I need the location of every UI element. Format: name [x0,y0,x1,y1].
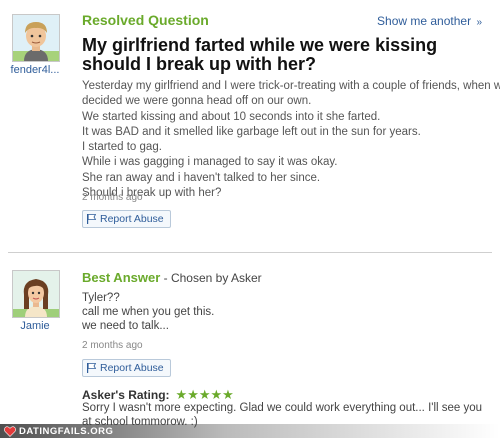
question-body-line: While i was gagging i managed to say it … [82,156,338,169]
show-another-link[interactable]: Show me another » [377,14,482,28]
answerer-name[interactable]: Jamie [5,320,65,332]
site-watermark: DATINGFAILS.ORG [4,425,113,437]
flag-icon [87,363,96,373]
answer-timestamp: 2 months ago [82,340,143,351]
answer-report-abuse-button[interactable]: Report Abuse [82,359,171,377]
answer-body-line: Tyler?? [82,292,120,304]
boy-avatar-icon [13,15,59,61]
answer-body-line: we need to talk... [82,320,169,332]
report-abuse-label: Report Abuse [100,213,164,225]
show-another-label: Show me another [377,14,472,28]
question-body-line: We started kissing and about 10 seconds … [82,110,381,123]
question-status: Resolved Question [82,12,209,28]
question-body-line: decided we were gonna head off on our ow… [82,95,312,108]
best-answer-header: Best Answer - Chosen by Asker [82,270,262,285]
flag-icon [87,214,96,224]
question-timestamp: 2 months ago [82,192,143,203]
asker-name[interactable]: fender4l... [5,64,65,76]
report-abuse-label: Report Abuse [100,362,164,374]
answer-body-line: call me when you get this. [82,306,215,318]
double-chevron-right-icon: » [476,17,482,28]
question-title: My girlfriend farted while we were kissi… [82,35,438,74]
chosen-by-label: - Chosen by Asker [160,271,262,285]
question-body-line: She ran away and i haven't talked to her… [82,171,321,184]
answerer-avatar[interactable] [12,270,60,318]
section-divider [8,252,492,253]
question-body-line: I started to gag. [82,141,162,154]
heart-icon [4,425,16,437]
question-section: fender4l... Resolved Question Show me an… [0,0,500,246]
question-body-line: It was BAD and it smelled like garbage l… [82,125,421,138]
best-answer-label: Best Answer [82,270,161,285]
asker-avatar[interactable] [12,14,60,62]
watermark-text: DATINGFAILS.ORG [19,425,114,437]
question-body: Yesterday my girlfriend and I were trick… [82,79,500,201]
answer-body: Tyler?? call me when you get this. we ne… [82,291,214,333]
question-body-line: Yesterday my girlfriend and I were trick… [82,80,500,92]
question-report-abuse-button[interactable]: Report Abuse [82,210,171,228]
asker-rating-label: Asker's Rating: [82,388,170,402]
girl-avatar-icon [13,271,59,317]
